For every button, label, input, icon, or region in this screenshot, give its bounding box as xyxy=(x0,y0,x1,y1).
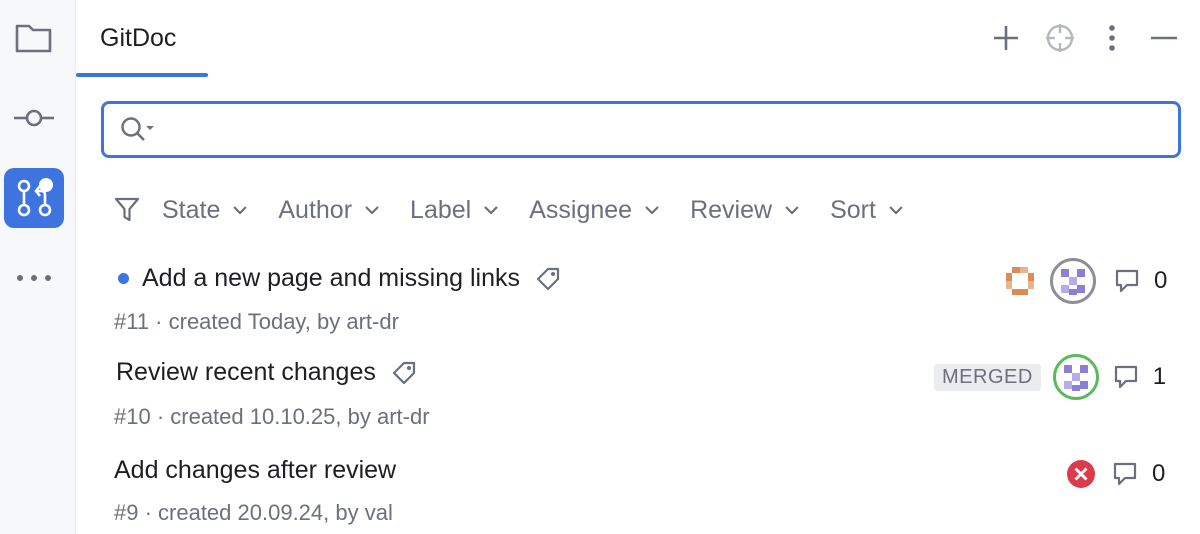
hide-button[interactable] xyxy=(1146,20,1182,56)
filter-label: Sort xyxy=(830,195,876,224)
folder-icon xyxy=(15,24,52,53)
filter-sort[interactable]: Sort xyxy=(830,196,904,225)
target-icon xyxy=(1046,24,1074,52)
label-tag-icon xyxy=(390,359,418,387)
comment-count: 1 xyxy=(1152,363,1167,390)
locate-button[interactable] xyxy=(1042,20,1078,56)
plus-icon xyxy=(994,26,1018,50)
tab-gitdoc[interactable]: GitDoc xyxy=(100,24,176,53)
chevron-down-icon xyxy=(483,205,499,215)
comment-icon xyxy=(1114,268,1140,294)
filter-label: Assignee xyxy=(529,195,633,224)
pull-requests-tool-window: GitDoc State Author Label Assignee Revie… xyxy=(0,0,1200,534)
options-button[interactable] xyxy=(1094,20,1130,56)
chevron-down-icon xyxy=(888,205,904,215)
pr-title: Review recent changes xyxy=(116,358,376,386)
error-icon xyxy=(1066,459,1096,489)
filter-icon[interactable] xyxy=(114,196,140,224)
comment-icon xyxy=(1112,461,1138,487)
comment-count: 0 xyxy=(1152,460,1166,487)
new-tab-button[interactable] xyxy=(988,20,1024,56)
pr-title: Add a new page and missing links xyxy=(142,264,521,292)
pr-meta: #9 · created 20.09.24, by val xyxy=(114,500,393,525)
label-tag-icon xyxy=(534,265,562,293)
filter-author[interactable]: Author xyxy=(278,196,380,225)
pull-request-item[interactable]: Add changes after review #9 · created 20… xyxy=(76,446,1200,534)
filter-label: State xyxy=(162,195,221,224)
filter-label: Review xyxy=(690,195,773,224)
chevron-down-icon xyxy=(644,205,660,215)
pull-requests-tool-button[interactable] xyxy=(4,168,64,228)
search-box[interactable] xyxy=(101,101,1181,158)
commit-tool-button[interactable] xyxy=(4,88,64,148)
author-avatar xyxy=(1052,354,1099,400)
pull-request-item[interactable]: Review recent changes #10 · created 10.1… xyxy=(76,350,1200,444)
filter-label: Label xyxy=(410,195,472,224)
filter-review[interactable]: Review xyxy=(690,196,800,225)
tab-selected-indicator xyxy=(76,73,208,77)
filter-assignee[interactable]: Assignee xyxy=(529,196,660,225)
filter-label[interactable]: Label xyxy=(410,196,499,225)
unread-indicator xyxy=(118,273,129,284)
status-badge: MERGED xyxy=(934,363,1041,391)
search-icon xyxy=(121,116,154,141)
pr-status-area: 0 xyxy=(1002,258,1167,304)
pr-title-row: Add changes after review xyxy=(114,456,396,485)
tool-window-strip xyxy=(0,0,76,534)
commit-icon xyxy=(14,109,54,127)
more-horizontal-icon xyxy=(17,275,51,281)
filter-state[interactable]: State xyxy=(162,196,248,225)
more-tools-button[interactable] xyxy=(4,248,64,308)
pull-request-item[interactable]: Add a new page and missing links #11 · c… xyxy=(76,256,1200,350)
pr-meta: #11 · created Today, by art-dr xyxy=(114,309,399,334)
search-input[interactable] xyxy=(164,104,1178,155)
more-vertical-icon xyxy=(1109,25,1115,51)
minimize-icon xyxy=(1151,36,1177,40)
pr-title-row: Add a new page and missing links xyxy=(118,264,562,293)
pr-title-row: Review recent changes xyxy=(116,358,418,387)
comment-count: 0 xyxy=(1154,267,1168,294)
filter-label: Author xyxy=(278,195,353,224)
pr-status-area: MERGED 1 xyxy=(934,354,1166,400)
comment-icon xyxy=(1113,364,1139,390)
author-avatar xyxy=(1050,258,1096,304)
chevron-down-icon xyxy=(232,205,248,215)
filter-bar: State Author Label Assignee Review Sort xyxy=(114,190,934,230)
pull-request-icon xyxy=(17,178,53,217)
pr-meta: #10 · created 10.10.25, by art-dr xyxy=(114,404,430,429)
chevron-down-icon xyxy=(364,205,380,215)
reviewer-avatar xyxy=(1002,263,1038,299)
chevron-down-icon xyxy=(784,205,800,215)
project-tool-button[interactable] xyxy=(4,8,64,68)
pr-title: Add changes after review xyxy=(114,456,397,484)
pr-status-area: 0 xyxy=(1066,459,1165,489)
